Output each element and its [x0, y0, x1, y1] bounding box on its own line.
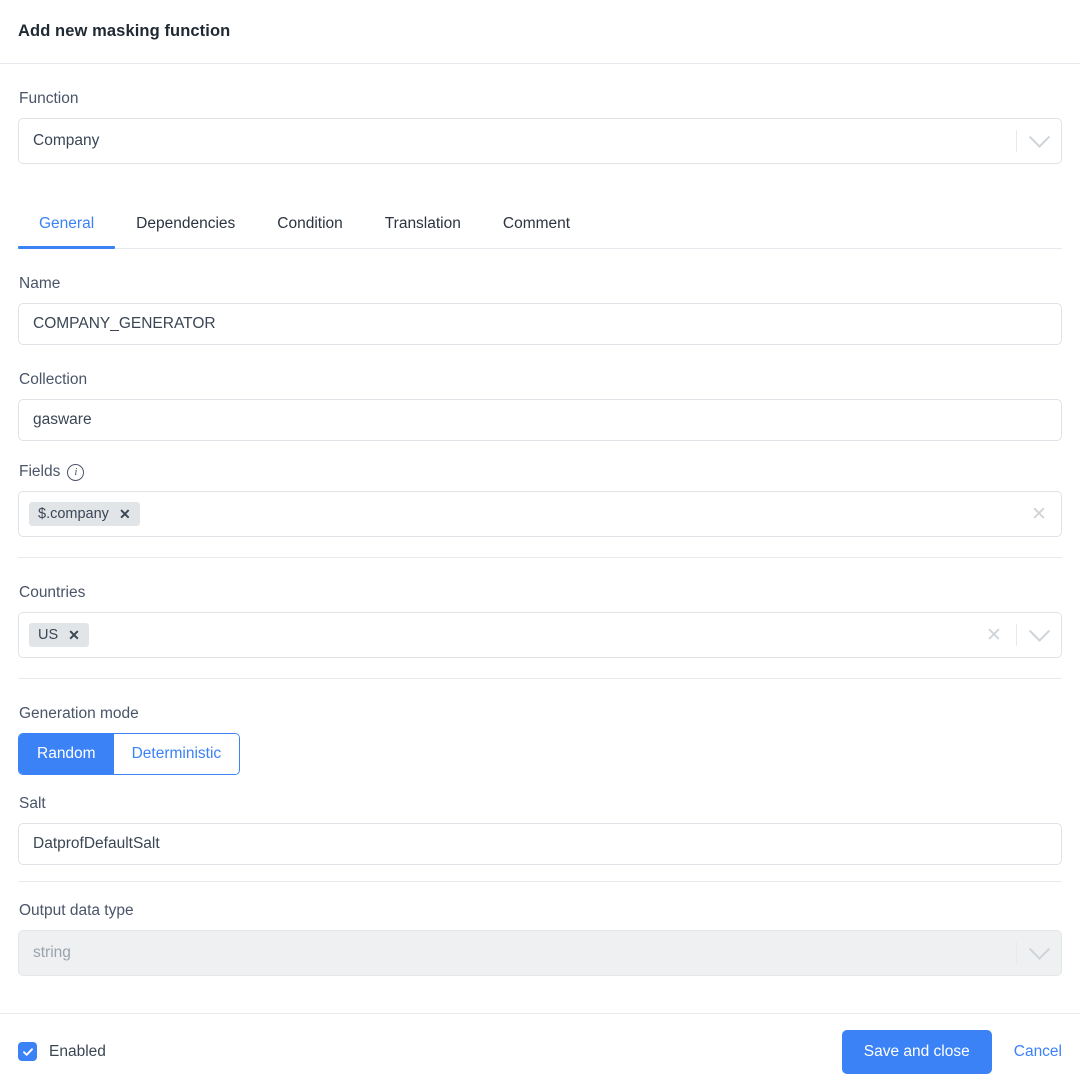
collection-group: Collection gasware: [18, 371, 1062, 441]
output-data-type-indicators: [1016, 931, 1061, 975]
name-input[interactable]: COMPANY_GENERATOR: [18, 303, 1062, 345]
tab-translation[interactable]: Translation: [364, 215, 482, 248]
countries-group: Countries US ✕ ✕: [18, 584, 1062, 658]
salt-label: Salt: [19, 795, 46, 812]
chevron-down-icon[interactable]: [1016, 620, 1061, 646]
collection-label: Collection: [19, 371, 88, 388]
chevron-down-icon: [1016, 938, 1061, 964]
add-masking-function-dialog: Add new masking function Function Compan…: [0, 0, 1080, 1089]
countries-chip: US ✕: [29, 623, 89, 647]
fields-label-text: Fields: [19, 463, 61, 480]
function-label: Function: [19, 90, 79, 107]
footer-left: Enabled: [18, 1042, 106, 1061]
dialog-tabs: General Dependencies Condition Translati…: [18, 190, 1062, 249]
footer-right: Save and close Cancel: [841, 1029, 1062, 1074]
output-data-type-group: Output data type string: [18, 902, 1062, 976]
name-input-value: COMPANY_GENERATOR: [33, 315, 216, 332]
dialog-footer: Enabled Save and close Cancel: [0, 1013, 1080, 1089]
info-circle-icon[interactable]: i: [67, 463, 85, 481]
enabled-checkbox[interactable]: [18, 1042, 37, 1061]
generation-mode-toggle: Random Deterministic: [18, 733, 241, 775]
collection-input-value: gasware: [33, 411, 92, 428]
name-label: Name: [19, 275, 61, 292]
tab-general[interactable]: General: [18, 215, 116, 249]
tab-dependencies[interactable]: Dependencies: [115, 215, 256, 248]
collection-input[interactable]: gasware: [18, 399, 1062, 441]
function-select-indicators: [1016, 119, 1061, 163]
countries-indicators: ✕: [972, 620, 1061, 646]
function-select[interactable]: Company: [18, 118, 1062, 164]
cancel-button[interactable]: Cancel: [1014, 1043, 1062, 1061]
function-select-value: Company: [33, 132, 100, 149]
generation-mode-random-button[interactable]: Random: [19, 734, 114, 774]
countries-chip-list: US ✕: [29, 623, 972, 647]
output-data-type-value: string: [33, 944, 71, 961]
generation-mode-group: Generation mode Random Deterministic: [18, 705, 1062, 775]
function-group: Function Company: [18, 90, 1062, 164]
fields-indicators: ✕: [1017, 505, 1061, 524]
fields-chip-label: $.company: [38, 506, 109, 522]
salt-input[interactable]: DatprofDefaultSalt: [18, 823, 1062, 865]
countries-multiselect[interactable]: US ✕ ✕: [18, 612, 1062, 658]
countries-chip-label: US: [38, 627, 59, 643]
generation-mode-label: Generation mode: [19, 705, 139, 722]
dialog-header: Add new masking function: [0, 0, 1080, 64]
chip-remove-icon[interactable]: ✕: [119, 507, 131, 521]
salt-input-value: DatprofDefaultSalt: [33, 835, 160, 852]
fields-label: Fields i: [19, 463, 1062, 481]
tab-comment[interactable]: Comment: [482, 215, 591, 248]
tab-condition[interactable]: Condition: [256, 215, 364, 248]
clear-icon[interactable]: ✕: [1017, 505, 1061, 524]
fields-chip: $.company ✕: [29, 502, 140, 526]
fields-group: Fields i $.company ✕ ✕: [18, 463, 1062, 537]
fields-multiselect[interactable]: $.company ✕ ✕: [18, 491, 1062, 537]
output-data-type-select: string: [18, 930, 1062, 976]
clear-icon[interactable]: ✕: [972, 626, 1016, 645]
chevron-down-icon[interactable]: [1016, 126, 1061, 152]
salt-group: Salt DatprofDefaultSalt: [18, 795, 1062, 865]
output-data-type-label: Output data type: [19, 902, 134, 919]
generation-mode-deterministic-button[interactable]: Deterministic: [113, 734, 240, 774]
fields-chip-list: $.company ✕: [29, 502, 1017, 526]
dialog-body: Function Company General Dependencies Co…: [0, 64, 1080, 1013]
save-and-close-button[interactable]: Save and close: [841, 1029, 992, 1074]
name-group: Name COMPANY_GENERATOR: [18, 275, 1062, 345]
enabled-label: Enabled: [49, 1042, 106, 1060]
countries-label: Countries: [19, 584, 86, 601]
dialog-title: Add new masking function: [18, 22, 231, 40]
chip-remove-icon[interactable]: ✕: [68, 628, 80, 642]
